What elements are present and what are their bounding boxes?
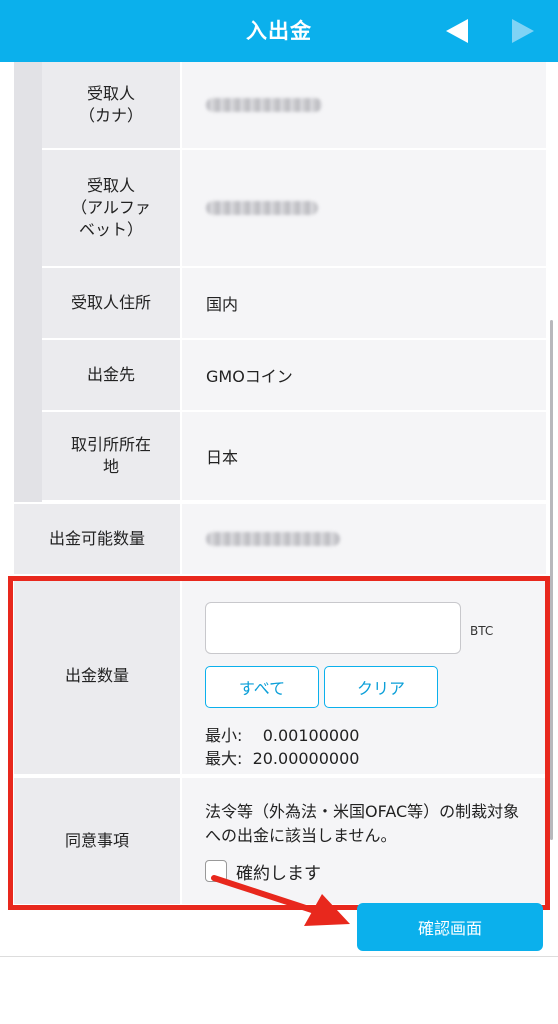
row-exchange-location: 取引所所在 地 日本: [42, 412, 546, 502]
exchange-location-value: 日本: [180, 412, 546, 500]
vertical-scrollbar[interactable]: [550, 320, 553, 840]
page-title: 入出金: [246, 19, 312, 43]
previous-arrow-icon[interactable]: [446, 19, 468, 43]
withdraw-amount-input[interactable]: [205, 602, 461, 654]
recipient-address-value: 国内: [180, 268, 546, 338]
available-amount-value: [180, 504, 546, 574]
pointer-arrow-icon: [211, 875, 350, 926]
redacted-value: [206, 532, 340, 546]
group-rail: [14, 62, 42, 502]
redacted-value: [206, 201, 318, 215]
available-amount-label: 出金可能数量: [14, 504, 180, 574]
agreement-label: 同意事項: [14, 778, 180, 904]
min-amount-text: 最小: 0.00100000: [205, 726, 360, 745]
row-recipient-address: 受取人住所 国内: [42, 268, 546, 340]
all-button[interactable]: すべて: [205, 666, 319, 708]
withdraw-amount-label: 出金数量: [14, 578, 180, 774]
app-header: 入出金: [0, 0, 558, 62]
row-recipient-kana: 受取人 （カナ）: [42, 62, 546, 150]
footer-divider: [0, 956, 558, 957]
destination-value: GMOコイン: [180, 340, 546, 410]
agreement-notice: 法令等（外為法・米国OFAC等）の制裁対象への出金に該当しません。: [205, 802, 520, 845]
redacted-value: [206, 98, 322, 112]
next-arrow-icon[interactable]: [512, 19, 534, 43]
recipient-kana-label: 受取人 （カナ）: [42, 62, 180, 148]
row-available-amount: 出金可能数量: [14, 504, 546, 576]
destination-label: 出金先: [42, 340, 180, 410]
clear-button[interactable]: クリア: [324, 666, 438, 708]
unit-label: BTC: [470, 624, 494, 638]
max-amount-text: 最大: 20.00000000: [205, 749, 360, 768]
recipient-kana-value: [180, 62, 546, 148]
exchange-location-label: 取引所所在 地: [42, 412, 180, 500]
recipient-address-label: 受取人住所: [42, 268, 180, 338]
recipient-alphabet-label: 受取人 （アルファ ベット）: [42, 150, 180, 266]
confirm-button[interactable]: 確認画面: [357, 903, 543, 951]
recipient-alphabet-value: [180, 150, 546, 266]
row-recipient-alphabet: 受取人 （アルファ ベット）: [42, 150, 546, 268]
row-destination: 出金先 GMOコイン: [42, 340, 546, 412]
